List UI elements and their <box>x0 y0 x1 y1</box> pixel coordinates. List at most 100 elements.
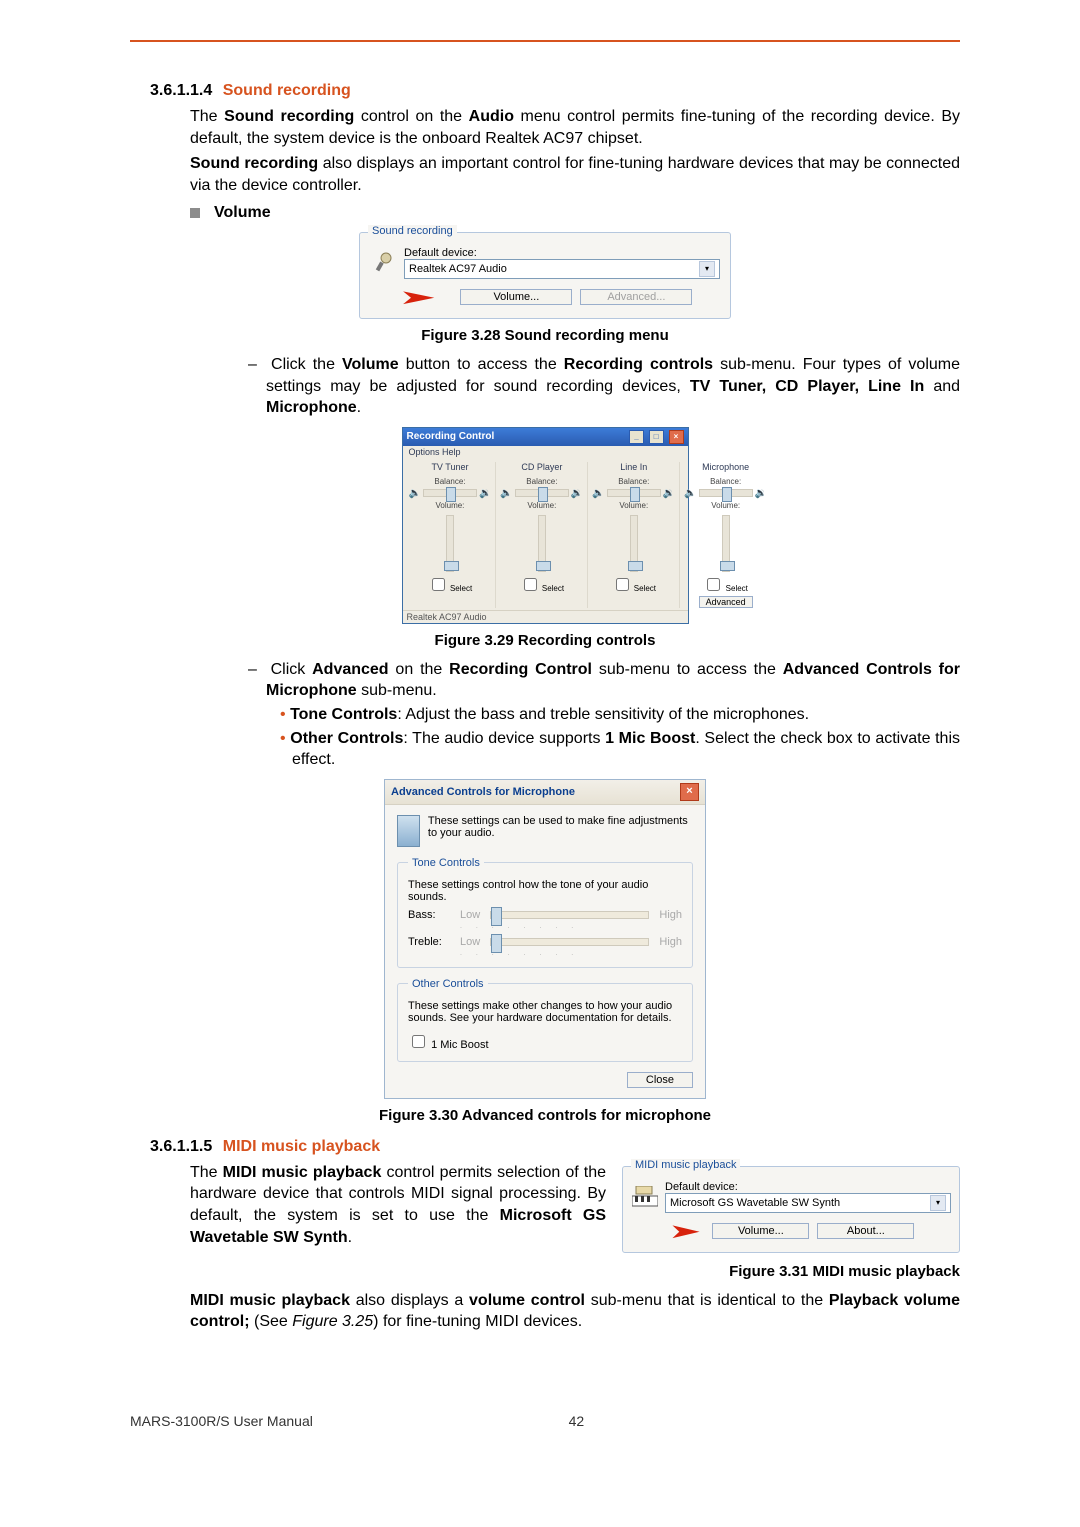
other-legend: Other Controls <box>408 978 488 990</box>
volume-bullet: Volume <box>190 202 960 224</box>
page-footer: MARS-3100R/S User Manual 42 <box>130 1413 960 1429</box>
close-icon[interactable]: × <box>669 430 684 444</box>
channel-name: CD Player <box>521 462 562 472</box>
sub-bullet-tone: • Tone Controls: Adjust the bass and tre… <box>280 704 960 726</box>
treble-high: High <box>659 936 682 948</box>
volume-slider[interactable] <box>446 515 454 572</box>
chevron-down-icon[interactable]: ▾ <box>930 1195 946 1211</box>
top-rule <box>130 40 960 42</box>
section-number: 3.6.1.1.5 <box>150 1138 212 1155</box>
window-title: Advanced Controls for Microphone <box>391 786 575 798</box>
figure-29-caption: Figure 3.29 Recording controls <box>130 632 960 649</box>
figure-30-caption: Figure 3.30 Advanced controls for microp… <box>130 1107 960 1124</box>
channel-name: Line In <box>620 462 647 472</box>
minimize-icon[interactable]: _ <box>629 430 644 444</box>
channel-name: Microphone <box>702 462 749 472</box>
volume-button[interactable]: Volume... <box>460 289 572 305</box>
treble-slider <box>490 938 649 946</box>
other-controls-group: Other Controls These settings make other… <box>397 978 693 1062</box>
select-checkbox[interactable] <box>707 578 720 591</box>
channel-column: Line InBalance:🔈🔉Volume: Select <box>588 462 680 608</box>
about-button[interactable]: About... <box>817 1223 914 1239</box>
status-bar: Realtek AC97 Audio <box>403 610 688 623</box>
mixer-icon <box>397 815 420 847</box>
select-checkbox[interactable] <box>432 578 445 591</box>
recording-control-window: Recording Control _ □ × Options Help TV … <box>402 427 689 624</box>
advanced-button[interactable]: Advanced <box>699 596 753 608</box>
balance-slider[interactable] <box>423 489 477 497</box>
select-checkbox[interactable] <box>616 578 629 591</box>
close-button[interactable]: Close <box>627 1072 693 1088</box>
maximize-icon[interactable]: □ <box>649 430 664 444</box>
other-desc: These settings make other changes to how… <box>408 1000 682 1024</box>
speaker-right-icon: 🔉 <box>479 488 491 499</box>
select-checkbox[interactable] <box>524 578 537 591</box>
speaker-left-icon: 🔈 <box>409 488 421 499</box>
volume-label: Volume <box>214 204 271 221</box>
tone-desc: These settings control how the tone of y… <box>408 879 682 903</box>
select-label: Select <box>450 584 472 593</box>
sub-bullet-other: • Other Controls: The audio device suppo… <box>280 728 960 771</box>
bullet-advanced-controls: – Click Advanced on the Recording Contro… <box>248 659 960 702</box>
advanced-button: Advanced... <box>580 289 692 305</box>
select-label: Select <box>634 584 656 593</box>
section-number: 3.6.1.1.4 <box>150 82 212 99</box>
default-device-label: Default device: <box>404 247 720 259</box>
para-midi-last: MIDI music playback also displays a volu… <box>190 1290 960 1333</box>
close-icon[interactable]: × <box>680 783 699 801</box>
device-select-value: Microsoft GS Wavetable SW Synth <box>670 1197 840 1209</box>
balance-slider[interactable] <box>515 489 569 497</box>
balance-label: Balance: <box>618 477 649 486</box>
figure-28-caption: Figure 3.28 Sound recording menu <box>130 327 960 344</box>
section-heading-midi: 3.6.1.1.5 MIDI music playback <box>150 1138 960 1156</box>
square-bullet-icon <box>190 208 200 218</box>
balance-label: Balance: <box>526 477 557 486</box>
sound-recording-groupbox: Sound recording Default device: Realtek … <box>359 232 731 319</box>
chevron-down-icon[interactable]: ▾ <box>699 261 715 277</box>
section-heading-sound-recording: 3.6.1.1.4 Sound recording <box>150 82 960 100</box>
speaker-left-icon: 🔈 <box>500 488 512 499</box>
tone-legend: Tone Controls <box>408 857 484 869</box>
advanced-controls-window: Advanced Controls for Microphone × These… <box>384 779 706 1099</box>
section-title: MIDI music playback <box>223 1138 380 1155</box>
balance-slider[interactable] <box>607 489 661 497</box>
para-sound-recording-1: The Sound recording control on the Audio… <box>190 106 960 149</box>
channel-column: MicrophoneBalance:🔈🔉Volume: SelectAdvanc… <box>680 462 771 608</box>
volume-slider[interactable] <box>630 515 638 572</box>
select-label: Select <box>726 584 748 593</box>
speaker-left-icon: 🔈 <box>684 488 696 499</box>
default-device-label: Default device: <box>665 1181 951 1193</box>
bass-low: Low <box>460 909 480 921</box>
volume-button[interactable]: Volume... <box>712 1223 809 1239</box>
bass-high: High <box>659 909 682 921</box>
figure-31-caption: Figure 3.31 MIDI music playback <box>130 1263 960 1280</box>
speaker-right-icon: 🔉 <box>663 488 675 499</box>
bullet-recording-controls: – Click the Volume button to access the … <box>248 354 960 419</box>
para-sound-recording-2: Sound recording also displays an importa… <box>190 153 960 196</box>
red-arrow-icon: ➤ <box>668 1219 702 1244</box>
device-select[interactable]: Realtek AC97 Audio ▾ <box>404 259 720 279</box>
mic-boost-checkbox[interactable] <box>412 1035 425 1048</box>
volume-slider[interactable] <box>722 515 730 572</box>
speaker-left-icon: 🔈 <box>592 488 604 499</box>
menubar[interactable]: Options Help <box>403 446 688 458</box>
bass-slider <box>490 911 649 919</box>
red-arrow-icon: ➤ <box>398 285 437 310</box>
intro-text: These settings can be used to make fine … <box>428 815 693 839</box>
device-select[interactable]: Microsoft GS Wavetable SW Synth ▾ <box>665 1193 951 1213</box>
channel-column: TV TunerBalance:🔈🔉Volume: Select <box>405 462 497 608</box>
device-select-value: Realtek AC97 Audio <box>409 263 507 275</box>
balance-slider[interactable] <box>699 489 753 497</box>
groupbox-legend: Sound recording <box>368 225 457 237</box>
titlebar: Recording Control _ □ × <box>403 428 688 446</box>
select-label: Select <box>542 584 564 593</box>
channel-name: TV Tuner <box>431 462 468 472</box>
speaker-right-icon: 🔉 <box>755 488 767 499</box>
groupbox-legend: MIDI music playback <box>631 1159 740 1171</box>
channel-column: CD PlayerBalance:🔈🔉Volume: Select <box>496 462 588 608</box>
tone-controls-group: Tone Controls These settings control how… <box>397 857 693 968</box>
balance-label: Balance: <box>434 477 465 486</box>
volume-slider[interactable] <box>538 515 546 572</box>
treble-label: Treble: <box>408 936 450 948</box>
midi-keyboard-icon <box>631 1183 659 1211</box>
